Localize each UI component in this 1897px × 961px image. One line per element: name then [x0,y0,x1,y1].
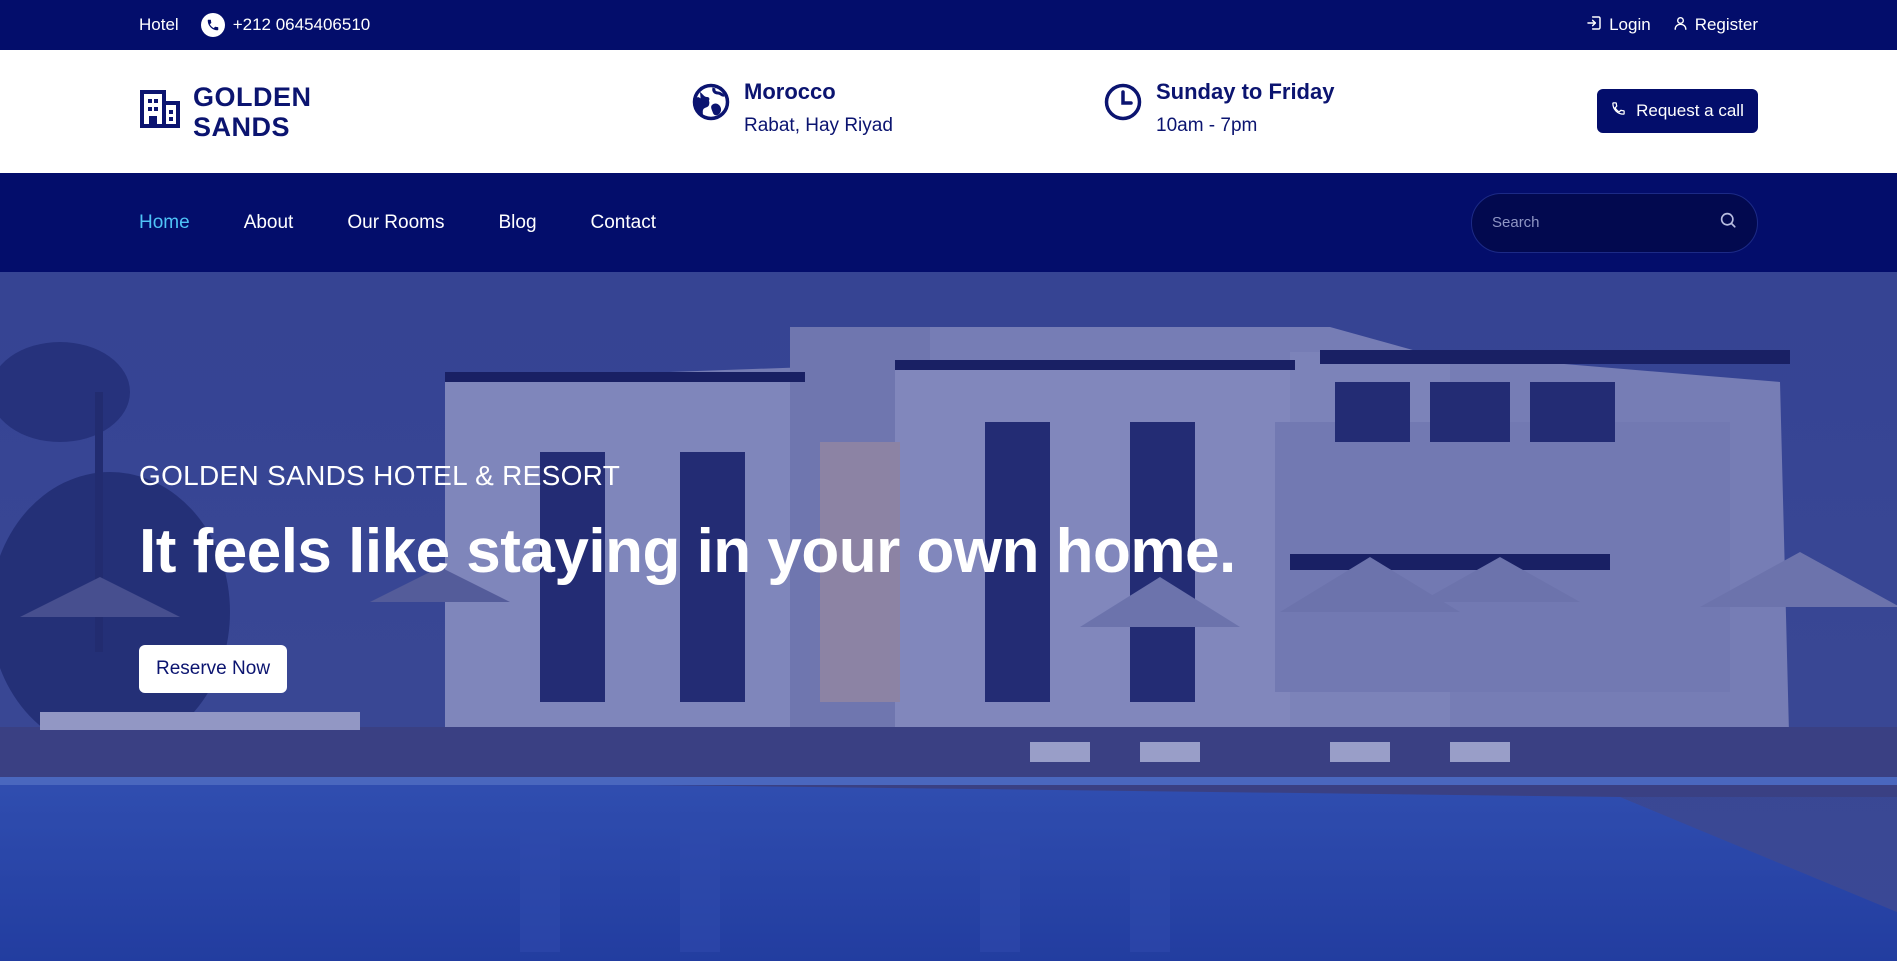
main-nav: Home About Our Rooms Blog Contact [0,173,1897,272]
top-bar: Hotel +212 0645406510 Login Register [0,0,1897,50]
hero-section: GOLDEN SANDS HOTEL & RESORT It feels lik… [0,272,1897,961]
hero-title: It feels like staying in your own home. [139,517,1236,586]
user-icon [1673,15,1688,36]
request-call-label: Request a call [1636,101,1744,120]
hero-content: GOLDEN SANDS HOTEL & RESORT It feels lik… [139,460,1236,693]
nav-item-home[interactable]: Home [139,212,190,234]
phone-contact[interactable]: +212 0645406510 [200,13,371,37]
nav-item-blog[interactable]: Blog [498,212,536,234]
hours-info: Sunday to Friday 10am - 7pm [1104,77,1334,141]
register-link[interactable]: Register [1673,15,1758,36]
hero-kicker: GOLDEN SANDS HOTEL & RESORT [139,460,621,491]
location-subtitle: Rabat, Hay Riyad [744,115,893,136]
nav-item-our-rooms[interactable]: Our Rooms [347,212,444,234]
request-call-button[interactable]: Request a call [1597,89,1758,133]
phone-number: +212 0645406510 [232,15,371,34]
search-icon[interactable] [1719,211,1737,234]
search-input[interactable] [1492,214,1692,231]
hours-subtitle: 10am - 7pm [1156,115,1258,136]
login-label: Login [1609,15,1651,34]
login-link[interactable]: Login [1586,15,1651,36]
location-info: Morocco Rabat, Hay Riyad [692,77,893,141]
login-icon [1586,15,1602,36]
nav-item-about[interactable]: About [244,212,294,234]
reserve-now-button[interactable]: Reserve Now [139,645,288,693]
register-label: Register [1694,15,1758,34]
hours-text: Sunday to Friday 10am - 7pm [1156,77,1334,141]
hours-title: Sunday to Friday [1156,79,1335,104]
location-title: Morocco [744,79,836,104]
hotel-label: Hotel [139,15,179,34]
nav-links: Home About Our Rooms Blog Contact [139,212,656,234]
nav-item-contact[interactable]: Contact [591,212,656,234]
phone-icon [200,13,225,37]
phone-icon [1611,101,1626,121]
clock-icon [1104,83,1142,126]
search-box [1471,192,1758,253]
topbar-right: Login Register [1586,15,1758,36]
globe-icon [692,83,730,126]
topbar-left: Hotel +212 0645406510 [139,13,370,37]
building-icon [139,89,181,134]
header: GOLDEN SANDS Morocco Rabat, Hay Riyad Su… [0,50,1897,173]
brand-name: GOLDEN SANDS [193,81,312,142]
location-text: Morocco Rabat, Hay Riyad [744,77,893,141]
brand-logo[interactable]: GOLDEN SANDS [139,82,313,142]
